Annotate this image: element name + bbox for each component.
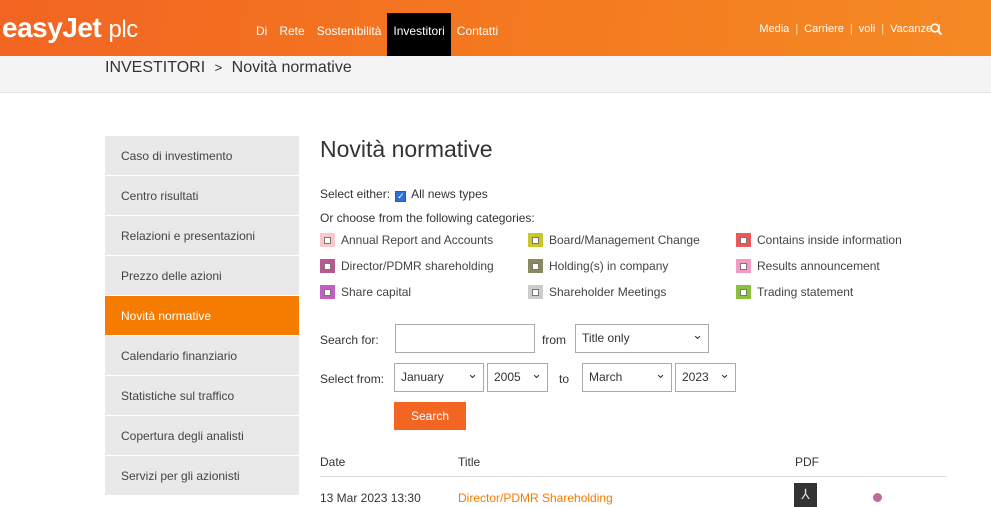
category-checkbox[interactable] <box>528 259 543 273</box>
category-option[interactable]: Director/PDMR shareholding <box>320 259 494 273</box>
sidebar-item[interactable]: Copertura degli analisti <box>105 416 299 456</box>
category-checkbox[interactable] <box>528 285 543 299</box>
sidebar-item[interactable]: Centro risultati <box>105 176 299 216</box>
search-input[interactable] <box>395 324 535 353</box>
scope-select[interactable]: Title only <box>575 324 709 353</box>
main-nav: Di Rete Sostenibilità Investitori Contat… <box>250 13 504 56</box>
sidebar-item[interactable]: Calendario finanziario <box>105 336 299 376</box>
category-option[interactable]: Shareholder Meetings <box>528 285 666 299</box>
category-checkbox[interactable] <box>736 285 751 299</box>
category-checkbox[interactable] <box>320 285 335 299</box>
category-option[interactable]: Contains inside information <box>736 233 902 247</box>
choose-label: Or choose from the following categories: <box>320 211 535 225</box>
breadcrumb-current: Novità normative <box>231 59 352 76</box>
category-option[interactable]: Share capital <box>320 285 411 299</box>
category-dot <box>873 493 882 502</box>
util-media[interactable]: Media <box>759 23 789 35</box>
category-label: Contains inside information <box>757 233 902 247</box>
to-year-select[interactable]: 2023 <box>675 363 736 392</box>
nav-di[interactable]: Di <box>250 13 273 56</box>
page-title: Novità normative <box>320 136 493 162</box>
to-month-select[interactable]: March <box>582 363 672 392</box>
category-label: Holding(s) in company <box>549 259 669 273</box>
nav-contatti[interactable]: Contatti <box>451 13 504 56</box>
row-date: 13 Mar 2023 13:30 <box>320 491 421 505</box>
category-option[interactable]: Board/Management Change <box>528 233 700 247</box>
logo[interactable]: easyJet plc <box>2 12 138 44</box>
sidebar-item[interactable]: Relazioni e presentazioni <box>105 216 299 256</box>
category-option[interactable]: Holding(s) in company <box>528 259 668 273</box>
category-label: Results announcement <box>757 259 880 273</box>
breadcrumb-root[interactable]: INVESTITORI <box>105 59 205 76</box>
category-label: Director/PDMR shareholding <box>341 259 494 273</box>
to-label: to <box>559 372 570 386</box>
header-title: Title <box>458 455 481 469</box>
nav-rete[interactable]: Rete <box>273 13 310 56</box>
row-title-link[interactable]: Director/PDMR Shareholding <box>458 491 613 505</box>
search-icon[interactable] <box>930 23 942 35</box>
sidebar-item[interactable]: Caso di investimento <box>105 136 299 176</box>
breadcrumb: INVESTITORI > Novità normative <box>0 56 991 93</box>
category-label: Shareholder Meetings <box>549 285 667 299</box>
breadcrumb-separator: > <box>214 60 223 75</box>
from-label: from <box>542 333 566 347</box>
select-either-label: Select either: <box>320 187 391 201</box>
category-checkbox[interactable] <box>320 233 335 247</box>
search-for-label: Search for: <box>320 333 379 347</box>
category-label: Trading statement <box>757 285 854 299</box>
header-pdf: PDF <box>795 455 819 469</box>
nav-investitori[interactable]: Investitori <box>387 13 451 56</box>
sidebar-item-active[interactable]: Novità normative <box>105 296 299 336</box>
util-voli[interactable]: voli <box>859 23 876 35</box>
from-year-select[interactable]: 2005 <box>487 363 548 392</box>
category-option[interactable]: Annual Report and Accounts <box>320 233 493 247</box>
sidebar-item[interactable]: Servizi per gli azionisti <box>105 456 299 496</box>
category-label: Share capital <box>341 285 412 299</box>
nav-sostenibilita[interactable]: Sostenibilità <box>311 13 388 56</box>
from-month-select[interactable]: January <box>394 363 484 392</box>
category-checkbox[interactable] <box>736 233 751 247</box>
category-option[interactable]: Trading statement <box>736 285 853 299</box>
header: easyJet plc Di Rete Sostenibilità Invest… <box>0 0 991 56</box>
header-date: Date <box>320 455 346 469</box>
pdf-icon[interactable]: ⅄ <box>794 483 817 507</box>
category-label: Annual Report and Accounts <box>341 233 494 247</box>
divider <box>320 476 946 477</box>
sidebar-item[interactable]: Statistiche sul traffico <box>105 376 299 416</box>
category-checkbox[interactable] <box>736 259 751 273</box>
all-news-checkbox[interactable]: ✓ <box>395 191 407 202</box>
category-label: Board/Management Change <box>549 233 700 247</box>
utility-nav: Media | Carriere | voli | Vacanze | <box>759 23 941 35</box>
util-carriere[interactable]: Carriere <box>804 23 844 35</box>
category-checkbox[interactable] <box>320 259 335 273</box>
category-checkbox[interactable] <box>528 233 543 247</box>
util-vacanze[interactable]: Vacanze <box>890 23 932 35</box>
all-news-label: All news types <box>411 187 488 201</box>
sidebar-item[interactable]: Prezzo delle azioni <box>105 256 299 296</box>
sidebar: Caso di investimento Centro risultati Re… <box>105 136 299 496</box>
search-button[interactable]: Search <box>394 402 466 430</box>
category-option[interactable]: Results announcement <box>736 259 880 273</box>
select-from-label: Select from: <box>320 372 385 386</box>
